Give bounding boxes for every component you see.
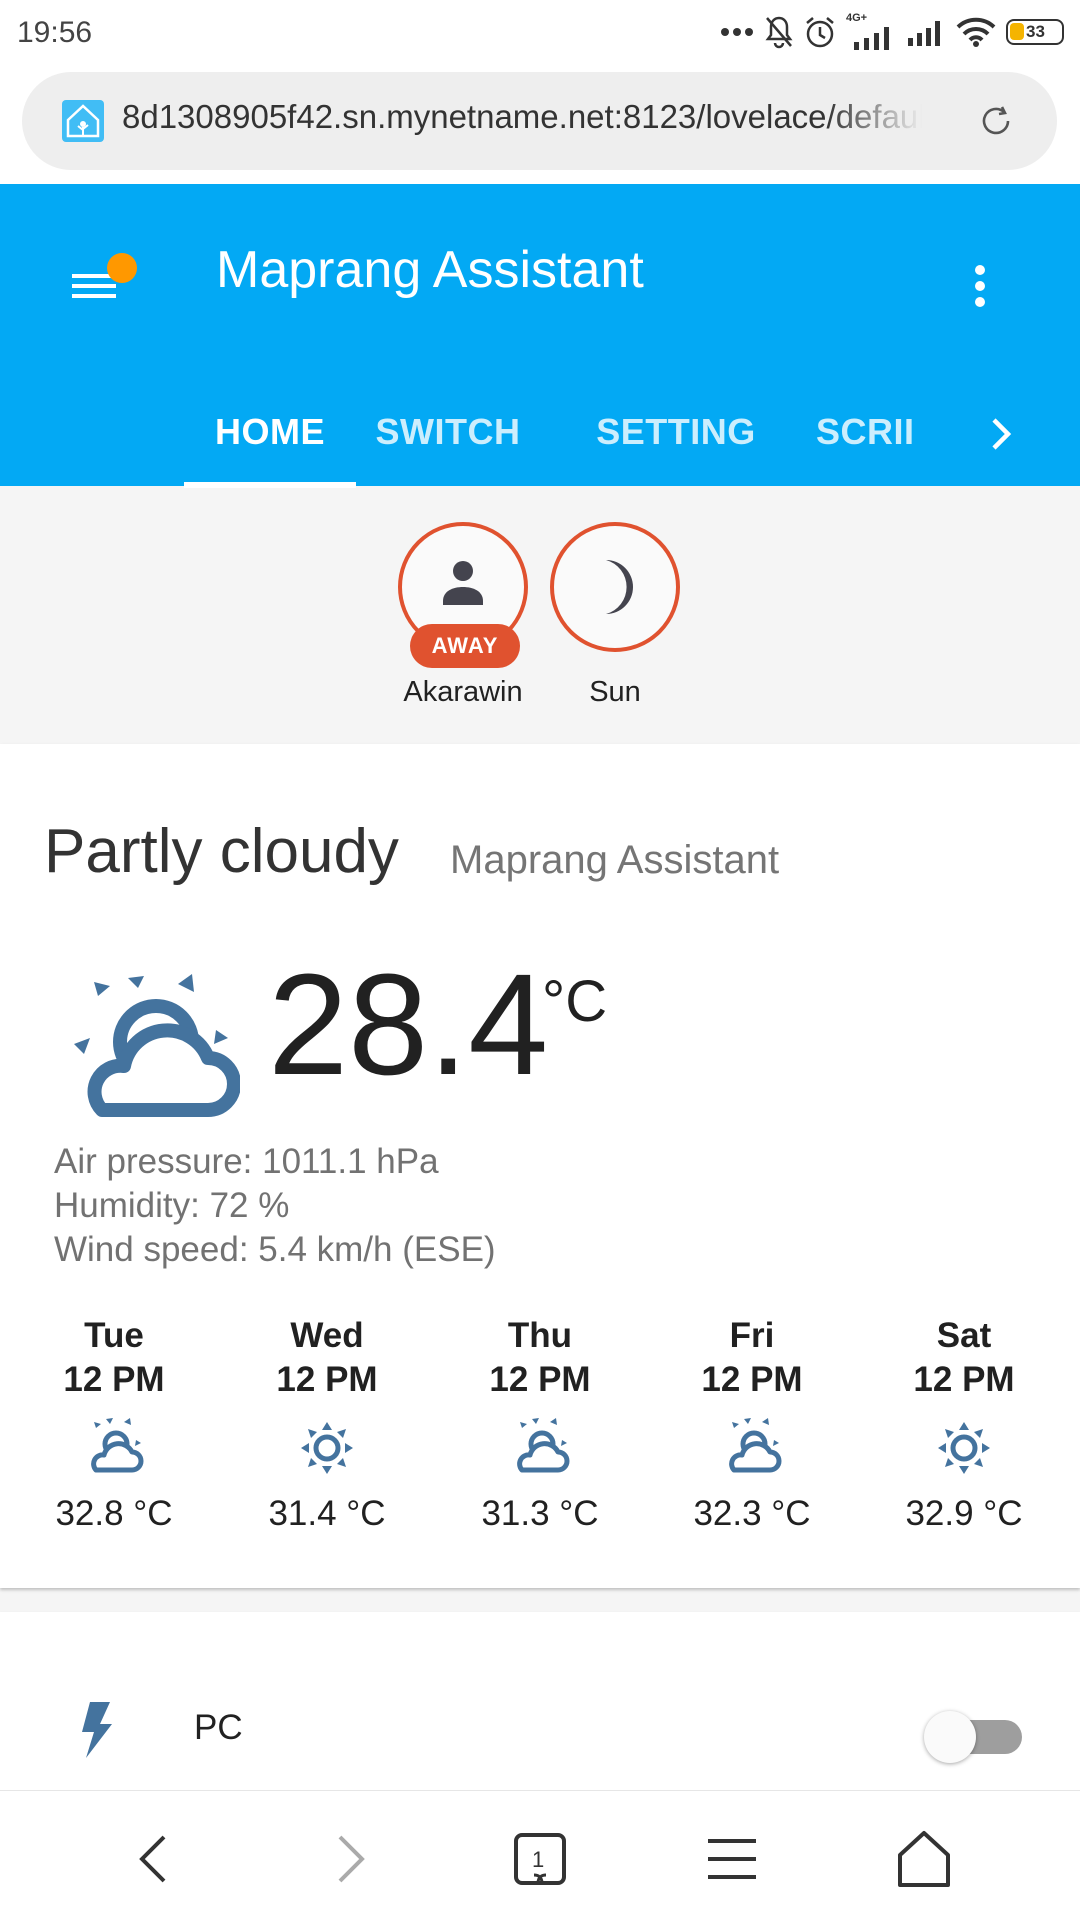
address-bar[interactable]: 8d1308905f42.sn.mynetname.net:8123/lovel… xyxy=(22,72,1057,170)
forecast-day: Tue 12 PM 32.8 °C xyxy=(14,1314,214,1534)
badge-circle xyxy=(550,522,680,652)
badge-state-away: AWAY xyxy=(410,624,520,668)
forecast-weekday: Thu xyxy=(507,1316,573,1355)
badge-label: Sun xyxy=(589,676,641,708)
forecast-time: 12 PM xyxy=(913,1360,1015,1399)
forecast-day: Thu 12 PM 31.3 °C xyxy=(440,1314,640,1534)
flash-icon xyxy=(82,1702,112,1758)
notification-dot xyxy=(107,253,137,283)
battery-icon: 33 xyxy=(1006,19,1064,45)
weather-card[interactable]: Partly cloudy Maprang Assistant 28.4 °C … xyxy=(0,744,1080,1588)
menu-icon[interactable] xyxy=(700,1827,764,1891)
home-assistant-icon xyxy=(62,100,104,142)
reload-icon[interactable] xyxy=(975,100,1017,142)
url-text[interactable]: 8d1308905f42.sn.mynetname.net:8123/lovel… xyxy=(122,98,922,136)
alarm-icon xyxy=(806,17,834,48)
status-icons: 4G+ 33 xyxy=(720,10,1064,54)
forecast-day: Sat 12 PM 32.9 °C xyxy=(864,1314,1064,1534)
back-icon[interactable] xyxy=(124,1827,188,1891)
partly-cloudy-icon xyxy=(74,974,240,1117)
forecast-temp: 32.8 °C xyxy=(55,1494,173,1533)
svg-text:1: 1 xyxy=(532,1847,544,1872)
forecast-weekday: Wed xyxy=(290,1316,364,1355)
forecast-weekday: Tue xyxy=(84,1316,144,1355)
badges-row: AWAY Akarawin Sun xyxy=(0,486,1080,744)
weather-temperature: 28.4 xyxy=(268,944,549,1105)
more-vertical-icon xyxy=(975,265,985,307)
weather-attributes: Air pressure: 1011.1 hPa Humidity: 72 % … xyxy=(54,1140,496,1272)
forecast-weekday: Fri xyxy=(729,1316,775,1355)
network-type-label: 4G+ xyxy=(846,12,868,24)
menu-button[interactable] xyxy=(68,250,148,320)
partly-cloudy-icon xyxy=(729,1418,782,1473)
forecast-time: 12 PM xyxy=(489,1360,591,1399)
account-icon xyxy=(443,561,483,605)
forecast-time: 12 PM xyxy=(63,1360,165,1399)
weather-forecast: Tue 12 PM 32.8 °C Wed 12 PM 31.4 °C Thu … xyxy=(0,1314,1080,1544)
humidity: Humidity: 72 % xyxy=(54,1186,290,1225)
toggle-knob xyxy=(924,1711,976,1763)
weather-condition: Partly cloudy xyxy=(44,817,399,886)
browser-toolbar: 8d1308905f42.sn.mynetname.net:8123/lovel… xyxy=(0,66,1080,184)
network-type-icon: 4G+ xyxy=(846,12,896,52)
forecast-temp: 32.9 °C xyxy=(905,1494,1023,1533)
wifi-icon xyxy=(956,17,996,47)
tab-setting[interactable]: SETTING xyxy=(586,380,766,486)
status-time: 19:56 xyxy=(17,16,93,49)
badge-circle: AWAY xyxy=(398,522,528,668)
forecast-day: Fri 12 PM 32.3 °C xyxy=(652,1314,852,1534)
signal-icon xyxy=(908,21,940,46)
forecast-time: 12 PM xyxy=(701,1360,803,1399)
air-pressure: Air pressure: 1011.1 hPa xyxy=(54,1142,439,1181)
overflow-menu-button[interactable] xyxy=(960,246,1000,326)
pc-toggle-switch[interactable] xyxy=(924,1708,1024,1763)
forward-icon[interactable] xyxy=(316,1827,380,1891)
entities-card: PC xyxy=(0,1612,1080,1796)
badge-person[interactable]: AWAY Akarawin xyxy=(398,522,528,709)
sunny-icon xyxy=(301,1422,353,1474)
battery-level: 33 xyxy=(1026,22,1045,41)
tabs-icon: 1 xyxy=(514,1833,566,1885)
forecast-day: Wed 12 PM 31.4 °C xyxy=(227,1314,427,1534)
forecast-weekday: Sat xyxy=(936,1316,992,1355)
tab-home[interactable]: HOME xyxy=(184,380,356,486)
switch-label: PC xyxy=(194,1708,243,1747)
forecast-temp: 31.4 °C xyxy=(268,1494,386,1533)
partly-cloudy-icon xyxy=(517,1418,570,1473)
browser-nav-bar: 1 xyxy=(0,1790,1080,1921)
badge-label: Akarawin xyxy=(403,676,523,708)
partly-cloudy-icon xyxy=(91,1418,144,1473)
forecast-time: 12 PM xyxy=(276,1360,378,1399)
forecast-temp: 32.3 °C xyxy=(693,1494,811,1533)
home-icon[interactable] xyxy=(892,1827,956,1891)
hamburger-menu-icon xyxy=(72,253,137,298)
chevron-right-icon[interactable] xyxy=(986,404,1016,464)
forecast-temp: 31.3 °C xyxy=(481,1494,599,1533)
wind-speed: Wind speed: 5.4 km/h (ESE) xyxy=(54,1230,496,1269)
app-title: Maprang Assistant xyxy=(216,241,644,299)
bell-off-icon xyxy=(765,16,793,49)
more-dots-icon xyxy=(721,28,753,36)
sunny-icon xyxy=(938,1422,990,1474)
weather-unit: °C xyxy=(542,969,608,1034)
tab-scripts[interactable]: SCRII xyxy=(816,380,936,486)
tabs-button[interactable]: 1 xyxy=(508,1827,572,1891)
weather-entity-name: Maprang Assistant xyxy=(450,838,780,882)
view-tabs: HOME SWITCH SETTING SCRII xyxy=(184,380,1080,486)
app-header: Maprang Assistant HOME SWITCH SETTING SC… xyxy=(0,184,1080,488)
moon-icon xyxy=(606,560,633,614)
status-bar: 19:56 4G+ 33 xyxy=(0,0,1080,66)
tab-switch[interactable]: SWITCH xyxy=(368,380,528,486)
badge-sun[interactable]: Sun xyxy=(550,522,680,709)
